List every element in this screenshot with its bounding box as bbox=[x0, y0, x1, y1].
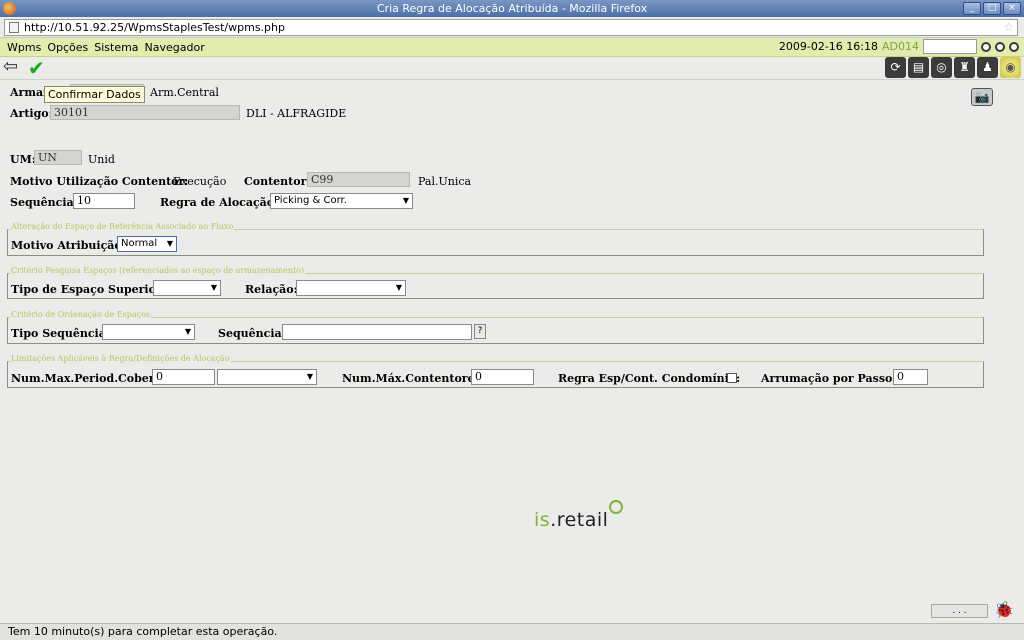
contentor-desc: Pal.Unica bbox=[418, 175, 472, 188]
logo-prefix: is bbox=[534, 509, 551, 531]
menu-opcoes[interactable]: Opções bbox=[47, 41, 88, 54]
menu-navegador[interactable]: Navegador bbox=[145, 41, 205, 54]
ordenacao-sequencia-label: Sequência: bbox=[218, 327, 286, 340]
sequencia-help-button[interactable]: ? bbox=[474, 324, 486, 339]
um-desc: Unid bbox=[88, 153, 115, 166]
print-icon[interactable]: ▤ bbox=[908, 57, 929, 78]
armazem-desc: Arm.Central bbox=[150, 86, 219, 99]
circle-icon-2[interactable] bbox=[995, 41, 1005, 52]
sequencia-label: Sequência: bbox=[10, 196, 78, 209]
chevron-down-icon: ▼ bbox=[395, 283, 402, 292]
camera-icon[interactable]: 📷 bbox=[971, 88, 993, 106]
toolbar: ⇦ ✔ ⟳ ▤ ◎ ♜ ♟ ◉ bbox=[0, 57, 1024, 80]
datetime: 2009-02-16 16:18 bbox=[778, 40, 878, 53]
user-code: AD014 bbox=[882, 40, 919, 53]
motivo-atribuicao-label: Motivo Atribuição: bbox=[11, 239, 126, 252]
menu-wpms[interactable]: Wpms bbox=[7, 41, 41, 54]
artigo-label: Artigo: bbox=[10, 107, 53, 120]
num-max-period-unit-select[interactable]: ▼ bbox=[217, 369, 317, 385]
status-bar: Tem 10 minuto(s) para completar esta ope… bbox=[0, 623, 1024, 640]
chevron-down-icon: ▼ bbox=[402, 196, 409, 205]
arrumacao-passos-label: Arrumação por Passos: bbox=[761, 372, 903, 385]
motivo-util-label: Motivo Utilização Contentor: bbox=[10, 175, 189, 188]
logo-mark-icon bbox=[609, 500, 623, 514]
chevron-down-icon: ▼ bbox=[210, 283, 217, 292]
navigation-bar: http://10.51.92.25/WpmsStaplesTest/wpms.… bbox=[0, 17, 1024, 38]
maximize-button[interactable]: □ bbox=[983, 2, 1001, 15]
app-menubar: Wpms Opções Sistema Navegador 2009-02-16… bbox=[0, 38, 1024, 57]
tipo-espaco-superior-select[interactable]: ▼ bbox=[153, 280, 221, 296]
url-text: http://10.51.92.25/WpmsStaplesTest/wpms.… bbox=[24, 21, 285, 34]
tipo-espaco-superior-label: Tipo de Espaço Superior: bbox=[11, 283, 166, 296]
ordenacao-sequencia-input[interactable] bbox=[282, 324, 472, 340]
motivo-atribuicao-value: Normal bbox=[121, 238, 158, 249]
url-input[interactable]: http://10.51.92.25/WpmsStaplesTest/wpms.… bbox=[4, 19, 1018, 36]
isretail-logo: is.retail bbox=[534, 509, 608, 531]
regra-alocacao-label: Regra de Alocação: bbox=[160, 196, 279, 209]
um-field: UN bbox=[34, 150, 82, 165]
sequencia-input[interactable]: 10 bbox=[73, 193, 135, 209]
circle-icon-3[interactable] bbox=[1009, 41, 1019, 52]
num-max-period-label: Num.Max.Period.Cobert.: bbox=[11, 372, 168, 385]
firefox-icon bbox=[3, 2, 16, 15]
stamp-icon[interactable]: ♜ bbox=[954, 57, 975, 78]
regra-alocacao-select[interactable]: Picking & Corr. ▼ bbox=[270, 193, 413, 209]
refresh-icon[interactable]: ⟳ bbox=[885, 57, 906, 78]
close-button[interactable]: × bbox=[1003, 2, 1021, 15]
fieldset-limitacoes-legend: Limitações Aplicáveis à Regra/Definições… bbox=[10, 354, 231, 363]
logo-suffix: .retail bbox=[550, 509, 609, 531]
menu-sistema[interactable]: Sistema bbox=[94, 41, 138, 54]
contentor-field: C99 bbox=[307, 172, 410, 187]
bookmark-star-icon[interactable]: ☆ bbox=[1003, 20, 1014, 34]
artigo-desc: DLI - ALFRAGIDE bbox=[246, 107, 347, 120]
num-max-contentores-input[interactable]: 0 bbox=[471, 369, 534, 385]
chevron-down-icon: ▼ bbox=[166, 239, 173, 248]
more-button[interactable]: . . . bbox=[931, 604, 988, 618]
regra-alocacao-value: Picking & Corr. bbox=[274, 195, 347, 206]
user-icon[interactable]: ♟ bbox=[977, 57, 998, 78]
contentor-label: Contentor: bbox=[244, 175, 311, 188]
status-text: Tem 10 minuto(s) para completar esta ope… bbox=[8, 625, 278, 638]
tipo-sequencia-label: Tipo Sequência: bbox=[11, 327, 110, 340]
arrumacao-passos-input[interactable]: 0 bbox=[893, 369, 928, 385]
tipo-sequencia-select[interactable]: ▼ bbox=[102, 324, 195, 340]
relacao-select[interactable]: ▼ bbox=[296, 280, 406, 296]
circle-icon-1[interactable] bbox=[981, 41, 991, 52]
artigo-code-field: 30101 bbox=[50, 105, 240, 120]
help-lifebuoy-icon[interactable]: ◎ bbox=[931, 57, 952, 78]
um-label: UM: bbox=[10, 153, 36, 166]
fieldset-criterio-ordenacao-legend: Critério de Ordenação de Espaços bbox=[10, 310, 151, 319]
minimize-button[interactable]: _ bbox=[963, 2, 981, 15]
fieldset-criterio-pesquisa-legend: Critério Pesquisa Espaços (referenciados… bbox=[10, 266, 306, 275]
back-arrow-icon[interactable]: ⇦ bbox=[3, 58, 25, 78]
bug-icon[interactable]: 🐞 bbox=[992, 600, 1016, 620]
regra-esp-cont-checkbox[interactable] bbox=[727, 373, 737, 383]
num-max-period-input[interactable]: 0 bbox=[152, 369, 215, 385]
motivo-atribuicao-select[interactable]: Normal ▼ bbox=[117, 236, 177, 252]
motivo-util-value: Execução bbox=[173, 175, 227, 188]
window-title: Cria Regra de Alocação Atribuída - Mozil… bbox=[376, 2, 648, 15]
window-controls: _ □ × bbox=[963, 2, 1021, 15]
chevron-down-icon: ▼ bbox=[306, 372, 313, 381]
fieldset-alteracao-legend: Alteração do Espaço de Referência Associ… bbox=[10, 222, 235, 231]
quick-input[interactable] bbox=[923, 39, 977, 54]
cd-icon[interactable]: ◉ bbox=[1000, 57, 1021, 78]
num-max-contentores-label: Num.Máx.Contentores: bbox=[342, 372, 485, 385]
relacao-label: Relação: bbox=[245, 283, 298, 296]
chevron-down-icon: ▼ bbox=[184, 327, 191, 336]
page-icon bbox=[9, 22, 19, 33]
window-titlebar: Cria Regra de Alocação Atribuída - Mozil… bbox=[0, 0, 1024, 17]
regra-esp-cont-label: Regra Esp/Cont. Condomínio: bbox=[558, 372, 741, 385]
confirm-tooltip: Confirmar Dados bbox=[44, 86, 145, 103]
confirm-check-icon[interactable]: ✔ bbox=[28, 57, 50, 79]
